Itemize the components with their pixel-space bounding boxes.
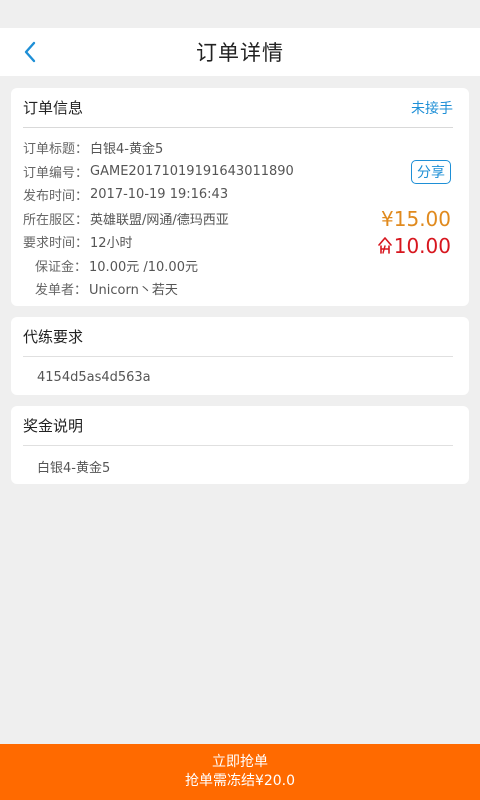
share-button[interactable]: 分享 [411, 160, 451, 184]
info-label: 订单编号： [23, 165, 89, 181]
requirements-title: 代练要求 [23, 328, 84, 346]
reward-desc-header: 奖金说明 [23, 406, 453, 446]
info-value: 10.00元 /10.00元 [89, 259, 198, 275]
grab-order-label: 立即抢单 [212, 754, 268, 770]
reward-desc-text: 白银4-黄金5 [37, 460, 111, 476]
info-label: 保证金： [35, 259, 88, 275]
reward-desc-card: 奖金说明 白银4-黄金5 [11, 406, 469, 484]
reward-amount: 10.00 [377, 234, 451, 258]
info-label: 发布时间： [23, 189, 89, 205]
info-row-order-number: 订单编号： GAME20171019191643011890 [23, 160, 469, 184]
freeze-amount-label: 抢单需冻结¥20.0 [184, 773, 296, 789]
order-info-header: 订单信息 未接手 [23, 88, 453, 128]
requirements-header: 代练要求 [23, 317, 453, 357]
info-label: 要求时间： [23, 236, 89, 252]
requirements-card: 代练要求 4154d5as4d563a [11, 317, 469, 395]
info-value: 英雄联盟/网通/德玛西亚 [90, 212, 229, 228]
info-label: 所在服区： [23, 212, 89, 228]
order-info-card: 订单信息 未接手 订单标题： 白银4-黄金5 订单编号： GAME2017101… [11, 88, 469, 306]
reward-desc-title: 奖金说明 [23, 417, 84, 435]
order-info-title: 订单信息 [23, 99, 84, 117]
back-button[interactable] [14, 36, 46, 68]
reward-coin-icon [377, 237, 392, 254]
page-title: 订单详情 [196, 41, 284, 65]
info-row-title: 订单标题： 白银4-黄金5 [23, 136, 469, 160]
info-row-publish-time: 发布时间： 2017-10-19 19:16:43 [23, 183, 469, 207]
status-strip [0, 0, 480, 28]
chevron-left-icon [24, 41, 36, 63]
order-status-badge[interactable]: 未接手 [411, 98, 453, 118]
requirements-text: 4154d5as4d563a [37, 369, 151, 385]
info-value: GAME20171019191643011890 [90, 163, 294, 179]
deposit-amount: ¥15.00 [381, 207, 451, 231]
reward-amount-value: 10.00 [393, 234, 451, 258]
info-value: 2017-10-19 19:16:43 [90, 187, 229, 203]
info-value: 12小时 [90, 236, 133, 252]
info-value: Unicorn丶若天 [89, 283, 178, 299]
grab-order-button[interactable]: 立即抢单 抢单需冻结¥20.0 [0, 744, 480, 800]
info-label: 发单者： [35, 283, 88, 299]
info-row-publisher: 发单者： Unicorn丶若天 [23, 277, 469, 301]
header-bar: 订单详情 [0, 28, 480, 76]
info-label: 订单标题： [23, 142, 89, 158]
info-value: 白银4-黄金5 [90, 142, 164, 158]
